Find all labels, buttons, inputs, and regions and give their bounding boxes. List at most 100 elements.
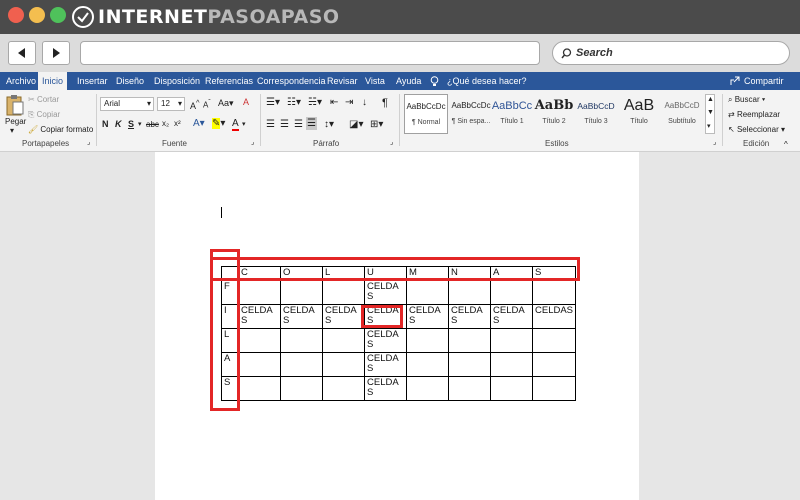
- style-heading-2[interactable]: AaBb Título 2: [532, 94, 576, 134]
- table-cell[interactable]: CELDAS: [532, 304, 576, 329]
- font-color-button[interactable]: A: [232, 118, 239, 131]
- tab-insertar[interactable]: Insertar: [73, 72, 112, 90]
- table-cell[interactable]: CELDAS: [238, 304, 281, 329]
- clear-format-icon[interactable]: A: [243, 97, 249, 107]
- table-cell[interactable]: [532, 328, 576, 353]
- style-heading-3[interactable]: AaBbCcD Título 3: [574, 94, 618, 134]
- format-painter-button[interactable]: 🖌 Copiar formato: [28, 125, 93, 134]
- table-cell[interactable]: [322, 376, 365, 401]
- table-cell[interactable]: [406, 376, 449, 401]
- align-right-button[interactable]: ☰: [294, 119, 303, 130]
- table-cell[interactable]: CELDAS: [280, 304, 323, 329]
- style-subtitle[interactable]: AaBbCcD Subtítulo: [660, 94, 704, 134]
- tab-diseno[interactable]: Diseño: [112, 72, 148, 90]
- table-cell[interactable]: [448, 376, 491, 401]
- bold-button[interactable]: N: [102, 119, 109, 129]
- tab-revisar[interactable]: Revisar: [323, 72, 362, 90]
- shading-button[interactable]: ◪▾: [349, 119, 363, 130]
- grow-font-button[interactable]: A^: [190, 98, 200, 111]
- table-cell[interactable]: [322, 328, 365, 353]
- table-cell[interactable]: CELDAS: [490, 304, 533, 329]
- table-cell[interactable]: CELDAS: [364, 280, 407, 305]
- tab-referencias[interactable]: Referencias: [201, 72, 257, 90]
- style-no-spacing[interactable]: AaBbCcDc ¶ Sin espa...: [449, 94, 493, 134]
- styles-launcher-icon[interactable]: ⌟: [713, 138, 716, 146]
- table-cell[interactable]: [280, 376, 323, 401]
- forward-button[interactable]: [42, 41, 70, 65]
- strikethrough-button[interactable]: abc: [146, 120, 159, 129]
- table-cell[interactable]: [238, 280, 281, 305]
- table-cell[interactable]: [490, 352, 533, 377]
- show-formatting-button[interactable]: ¶: [382, 97, 388, 109]
- tell-me-box[interactable]: ¿Qué desea hacer?: [430, 72, 527, 90]
- style-normal[interactable]: AaBbCcDc ¶ Normal: [404, 94, 448, 134]
- multilevel-list-button[interactable]: ☵▾: [308, 97, 322, 108]
- tab-correspondencia[interactable]: Correspondencia: [253, 72, 330, 90]
- table-cell[interactable]: CELDAS: [448, 304, 491, 329]
- table-cell[interactable]: CELDAS: [364, 376, 407, 401]
- table-cell[interactable]: [280, 280, 323, 305]
- styles-more-icon[interactable]: ▾: [707, 122, 711, 130]
- back-button[interactable]: [8, 41, 36, 65]
- clipboard-launcher-icon[interactable]: ⌟: [87, 138, 90, 146]
- table-cell[interactable]: [322, 280, 365, 305]
- maximize-window-button[interactable]: [50, 7, 66, 23]
- sort-button[interactable]: ↓: [362, 97, 367, 108]
- numbering-button[interactable]: ☷▾: [287, 97, 301, 108]
- align-left-button[interactable]: ☰: [266, 119, 275, 130]
- document-table[interactable]: C O L U M N A S F CELDAS I CELDAS CELDAS CELDAS CELDAS…: [221, 266, 576, 401]
- table-cell[interactable]: [280, 352, 323, 377]
- subscript-button[interactable]: x₂: [162, 119, 169, 128]
- table-cell[interactable]: [532, 280, 576, 305]
- chevron-down-icon[interactable]: ▼: [707, 109, 714, 116]
- italic-button[interactable]: K: [115, 119, 122, 129]
- tab-ayuda[interactable]: Ayuda: [392, 72, 425, 90]
- text-effects-button[interactable]: A▾: [193, 118, 205, 129]
- table-cell[interactable]: [406, 280, 449, 305]
- table-cell[interactable]: [448, 328, 491, 353]
- increase-indent-button[interactable]: ⇥: [345, 97, 353, 108]
- font-name-select[interactable]: Arial ▾: [100, 97, 154, 111]
- style-title[interactable]: AaB Título: [617, 94, 661, 134]
- tab-archivo[interactable]: Archivo: [2, 72, 40, 90]
- superscript-button[interactable]: x²: [174, 119, 181, 128]
- table-cell[interactable]: [238, 376, 281, 401]
- bullets-button[interactable]: ☰▾: [266, 97, 280, 108]
- paragraph-launcher-icon[interactable]: ⌟: [390, 138, 393, 146]
- browser-search-field[interactable]: Search: [552, 41, 790, 65]
- find-button[interactable]: ⌕ Buscar ▾: [728, 95, 765, 105]
- justify-button[interactable]: ☰: [306, 117, 317, 130]
- table-cell[interactable]: [280, 328, 323, 353]
- table-cell[interactable]: [448, 352, 491, 377]
- styles-scroll[interactable]: ▲ ▼ ▾: [705, 94, 715, 134]
- close-window-button[interactable]: [8, 7, 24, 23]
- table-cell[interactable]: [448, 280, 491, 305]
- underline-button[interactable]: S: [128, 119, 134, 129]
- table-cell[interactable]: [532, 376, 576, 401]
- line-spacing-button[interactable]: ↕▾: [324, 119, 334, 130]
- shrink-font-button[interactable]: Aˇ: [203, 99, 211, 110]
- minimize-window-button[interactable]: [29, 7, 45, 23]
- table-cell[interactable]: [406, 328, 449, 353]
- table-cell[interactable]: [406, 352, 449, 377]
- replace-button[interactable]: ⇄ Reemplazar: [728, 110, 780, 119]
- font-launcher-icon[interactable]: ⌟: [251, 138, 254, 146]
- cut-button[interactable]: ✂ Cortar: [28, 95, 59, 104]
- table-cell[interactable]: [490, 376, 533, 401]
- table-cell[interactable]: [532, 352, 576, 377]
- change-case-button[interactable]: Aa▾: [218, 98, 234, 109]
- share-button[interactable]: Compartir: [730, 72, 784, 90]
- font-size-select[interactable]: 12 ▾: [157, 97, 185, 111]
- table-cell[interactable]: CELDAS: [364, 328, 407, 353]
- address-bar[interactable]: [80, 41, 540, 65]
- tab-vista[interactable]: Vista: [361, 72, 389, 90]
- highlight-button[interactable]: ✎▾: [212, 118, 225, 129]
- table-cell[interactable]: CELDAS: [364, 352, 407, 377]
- tab-inicio[interactable]: Inicio: [38, 72, 68, 90]
- table-cell[interactable]: CELDAS: [322, 304, 365, 329]
- paste-dropdown-icon[interactable]: ▾: [10, 126, 14, 135]
- align-center-button[interactable]: ☰: [280, 119, 289, 130]
- table-cell[interactable]: [490, 328, 533, 353]
- table-cell[interactable]: [490, 280, 533, 305]
- select-button[interactable]: ↖ Seleccionar ▾: [728, 125, 785, 134]
